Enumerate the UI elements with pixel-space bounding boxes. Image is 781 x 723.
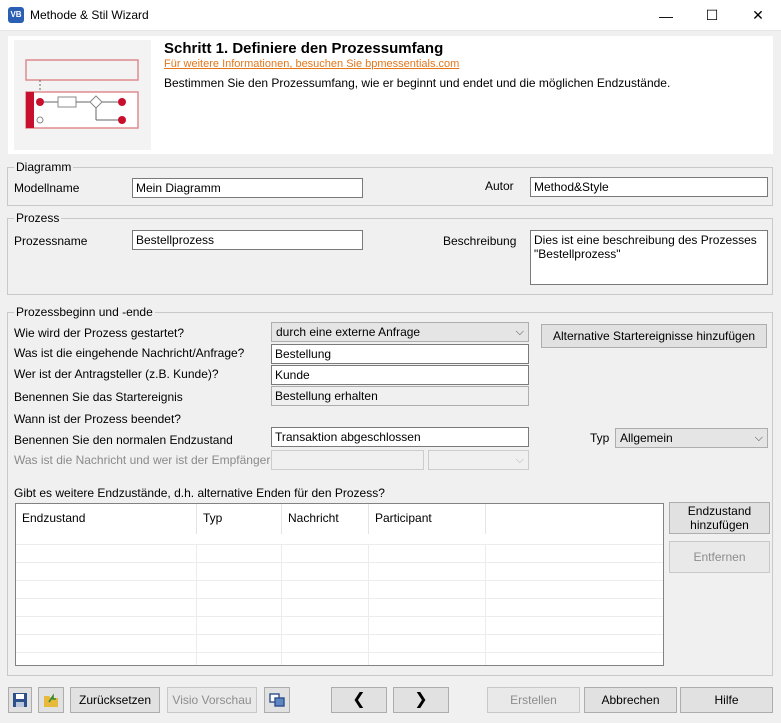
table-row[interactable] [16, 652, 663, 665]
back-button[interactable]: ❮ [331, 687, 387, 713]
window-title: Methode & Stil Wizard [30, 8, 149, 22]
normal-end-label: Benennen Sie den normalen Endzustand [14, 433, 233, 447]
beschreibung-label: Beschreibung [443, 234, 517, 248]
typ-dropdown[interactable]: Allgemein ⌵ [615, 428, 768, 448]
recipient-label: Was ist die Nachricht und wer ist der Em… [14, 453, 271, 467]
column-header-typ[interactable]: Typ [197, 504, 282, 534]
typ-value: Allgemein [620, 431, 673, 445]
cancel-button[interactable]: Abbrechen [584, 687, 677, 713]
info-link[interactable]: Für weitere Informationen, besuchen Sie … [164, 58, 459, 70]
message-input[interactable]: Bestellung [271, 344, 529, 364]
column-header-empty [486, 504, 663, 534]
close-icon[interactable]: ✕ [735, 0, 781, 31]
further-end-question: Gibt es weitere Endzustände, d.h. altern… [14, 486, 385, 500]
start-question-label: Wie wird der Prozess gestartet? [14, 326, 185, 340]
diagramm-legend: Diagramm [16, 160, 72, 174]
minimize-icon[interactable]: — [643, 0, 689, 31]
table-row[interactable] [16, 634, 663, 652]
save-icon[interactable] [8, 687, 32, 713]
maximize-icon[interactable]: ☐ [689, 0, 735, 31]
table-header: Endzustand Typ Nachricht Participant [16, 504, 663, 534]
end-states-table[interactable]: Endzustand Typ Nachricht Participant [15, 503, 664, 666]
table-row[interactable] [16, 580, 663, 598]
table-row[interactable] [16, 598, 663, 616]
table-row[interactable] [16, 562, 663, 580]
create-button[interactable]: Erstellen [487, 687, 580, 713]
modellname-input[interactable]: Mein Diagramm [132, 178, 363, 198]
table-row[interactable] [16, 616, 663, 634]
chevron-down-icon: ⌵ [754, 432, 763, 444]
column-header-nachricht[interactable]: Nachricht [282, 504, 369, 534]
copy-windows-icon[interactable] [264, 687, 290, 713]
start-event-input[interactable]: Bestellung erhalten [271, 386, 529, 406]
beschreibung-input[interactable]: Dies ist eine beschreibung des Prozesses… [530, 230, 768, 285]
autor-label: Autor [485, 179, 514, 193]
end-question-label: Wann ist der Prozess beendet? [14, 412, 181, 426]
step-description: Bestimmen Sie den Prozessumfang, wie er … [164, 76, 671, 90]
alt-start-button[interactable]: Alternative Startereignisse hinzufügen [541, 324, 767, 348]
next-button[interactable]: ❯ [393, 687, 449, 713]
remove-button[interactable]: Entfernen [669, 541, 770, 573]
visio-preview-button[interactable]: Visio Vorschau [167, 687, 257, 713]
requester-input[interactable]: Kunde [271, 365, 529, 385]
modellname-label: Modellname [14, 181, 80, 195]
recipient-message-input[interactable] [271, 450, 424, 470]
start-type-dropdown[interactable]: durch eine externe Anfrage ⌵ [271, 322, 529, 342]
title-bar: VB Methode & Stil Wizard — ☐ ✕ [0, 0, 781, 31]
app-icon: VB [8, 7, 24, 23]
typ-label: Typ [590, 431, 610, 445]
start-type-value: durch eine externe Anfrage [276, 325, 421, 339]
reset-button[interactable]: Zurücksetzen [70, 687, 160, 713]
open-folder-icon[interactable] [38, 687, 64, 713]
table-row[interactable] [16, 544, 663, 562]
beginn-ende-legend: Prozessbeginn und -ende [16, 305, 153, 319]
chevron-down-icon: ⌵ [515, 454, 524, 466]
add-end-state-button[interactable]: Endzustand hinzufügen [669, 502, 770, 534]
start-event-label: Benennen Sie das Startereignis [14, 390, 183, 404]
step-title: Schritt 1. Definiere den Prozessumfang [164, 40, 444, 57]
recipient-dropdown[interactable]: ⌵ [428, 450, 529, 470]
prozessname-input[interactable]: Bestellprozess [132, 230, 363, 250]
normal-end-input[interactable]: Transaktion abgeschlossen [271, 427, 529, 447]
prozess-legend: Prozess [16, 211, 60, 225]
help-button[interactable]: Hilfe [680, 687, 773, 713]
process-illustration [14, 40, 151, 150]
prozessname-label: Prozessname [14, 234, 88, 248]
column-header-endzustand[interactable]: Endzustand [16, 504, 197, 534]
chevron-down-icon: ⌵ [515, 326, 524, 338]
requester-label: Wer ist der Antragsteller (z.B. Kunde)? [14, 367, 219, 381]
autor-input[interactable]: Method&Style [530, 177, 768, 197]
column-header-participant[interactable]: Participant [369, 504, 486, 534]
message-label: Was ist die eingehende Nachricht/Anfrage… [14, 346, 245, 360]
